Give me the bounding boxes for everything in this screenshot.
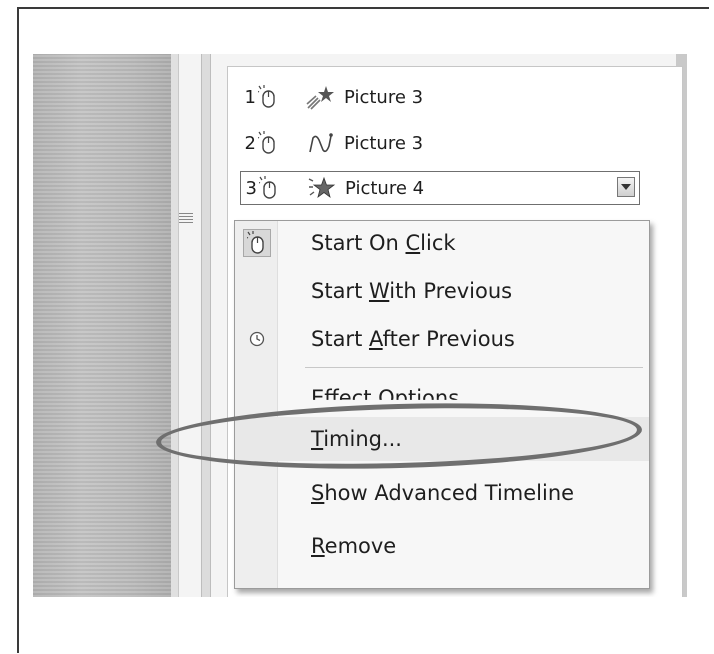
mouse-click-icon bbox=[259, 176, 276, 199]
animation-list-item-selected[interactable]: 3 Picture 4 bbox=[240, 171, 640, 205]
mouse-click-icon bbox=[258, 85, 275, 108]
menu-item-start-after-previous[interactable]: Start After Previous bbox=[235, 317, 649, 361]
mouse-click-icon bbox=[243, 229, 271, 257]
item-name: Picture 3 bbox=[344, 86, 424, 108]
item-number: 3 bbox=[245, 177, 257, 199]
menu-item-label: Start After Previous bbox=[311, 327, 515, 351]
sparkle-star-icon bbox=[308, 176, 336, 199]
motion-path-icon bbox=[309, 133, 333, 153]
menu-separator bbox=[305, 367, 643, 368]
menu-item-show-advanced-timeline[interactable]: Show Advanced Timeline bbox=[235, 471, 649, 515]
clock-icon bbox=[243, 325, 271, 353]
animation-list-item[interactable]: 1 Picture 3 bbox=[234, 80, 642, 114]
pane-divider bbox=[171, 54, 179, 597]
menu-item-label: Show Advanced Timeline bbox=[311, 481, 575, 505]
slide-thumbnail-strip bbox=[33, 54, 171, 597]
menu-item-label: Start With Previous bbox=[311, 279, 513, 303]
splitter-grip[interactable] bbox=[179, 213, 193, 223]
item-number: 2 bbox=[244, 132, 256, 154]
menu-item-start-with-previous[interactable]: Start With Previous bbox=[235, 269, 649, 313]
menu-item-label: Remove bbox=[311, 534, 397, 558]
mouse-click-icon bbox=[258, 131, 275, 154]
item-number: 1 bbox=[244, 86, 256, 108]
menu-item-remove[interactable]: Remove bbox=[235, 524, 649, 568]
menu-item-label: Start On Click bbox=[311, 231, 456, 255]
menu-item-start-on-click[interactable]: Start On Click bbox=[235, 221, 649, 265]
chevron-down-icon bbox=[621, 184, 631, 190]
dropdown-button[interactable] bbox=[617, 177, 635, 197]
fly-in-star-icon bbox=[306, 86, 334, 110]
item-name: Picture 3 bbox=[344, 132, 424, 154]
custom-animation-pane: 1 Picture 3 2 Picture 3 3 Picture 4 Star… bbox=[33, 54, 687, 597]
item-name: Picture 4 bbox=[345, 177, 425, 199]
animation-list-item[interactable]: 2 Picture 3 bbox=[234, 126, 642, 160]
pane-divider-inner bbox=[201, 54, 211, 597]
